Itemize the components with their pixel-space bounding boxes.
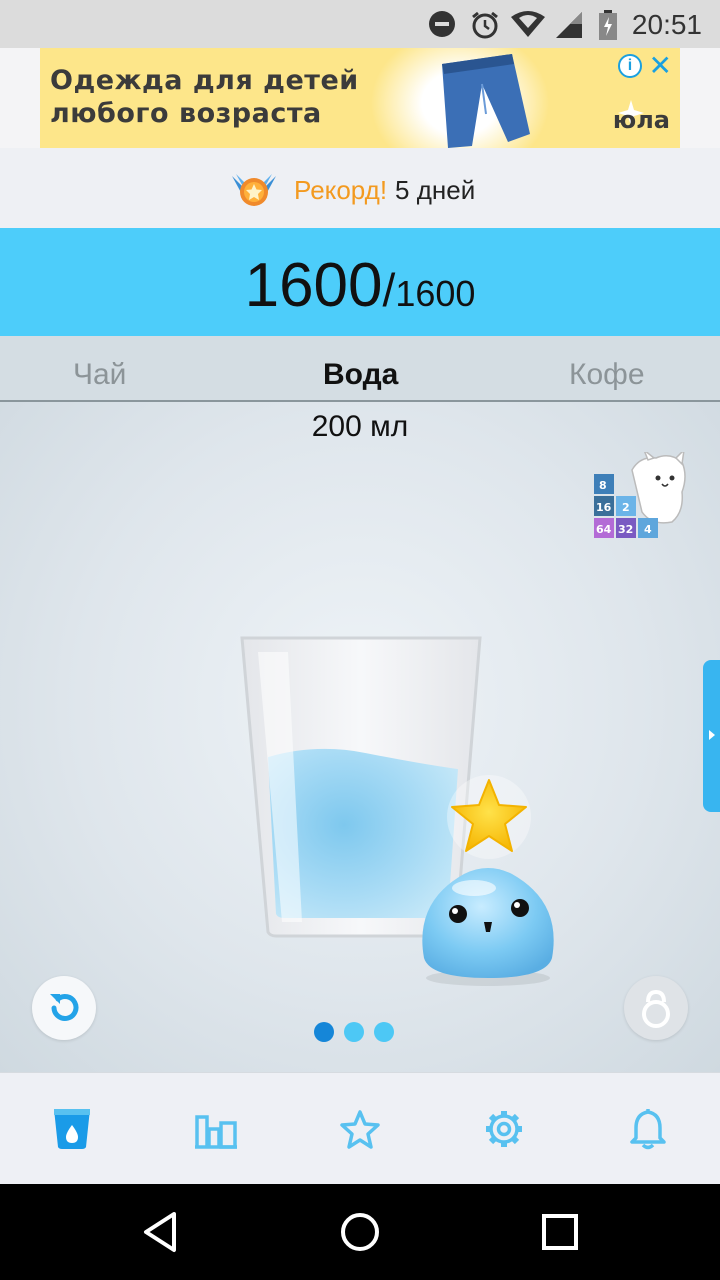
do-not-disturb-icon <box>429 11 455 37</box>
main-area: 200 мл 8 16 2 64 32 4 <box>0 402 720 1072</box>
tab-coffee[interactable]: Кофе <box>569 358 645 392</box>
game-2048-promo-icon[interactable]: 8 16 2 64 32 4 <box>592 452 688 544</box>
nav-reminders[interactable] <box>618 1101 678 1157</box>
intake-current: 1600 <box>244 251 383 320</box>
tab-water[interactable]: Вода <box>323 358 398 392</box>
settings-gear-icon <box>486 1111 522 1147</box>
ad-area: Одежда для детей любого возраста юла i ✕ <box>0 48 720 148</box>
alarm-icon <box>472 11 498 39</box>
wifi-icon <box>511 11 545 37</box>
ad-brand: юла <box>612 106 670 134</box>
back-icon[interactable] <box>138 1210 182 1254</box>
recents-icon[interactable] <box>538 1210 582 1254</box>
pager-dot[interactable] <box>344 1022 364 1042</box>
intake-counter: 1600/1600 <box>0 228 720 336</box>
star-icon <box>340 1110 380 1149</box>
statistics-icon <box>195 1115 237 1149</box>
nav-water[interactable] <box>42 1101 102 1157</box>
side-drawer-handle[interactable] <box>703 660 720 812</box>
pager-dot[interactable] <box>374 1022 394 1042</box>
water-cup-icon <box>54 1109 90 1149</box>
record-days: 5 дней <box>395 174 476 205</box>
jeans-image <box>442 54 530 148</box>
game-tile: 2 <box>622 501 630 514</box>
intake-goal: 1600 <box>395 273 476 314</box>
game-tile: 32 <box>618 523 633 536</box>
weight-button[interactable] <box>624 976 688 1040</box>
bottom-nav <box>0 1072 720 1184</box>
record-row: Рекорд! 5 дней <box>0 148 720 228</box>
signal-icon <box>556 12 582 38</box>
system-nav-bar <box>0 1184 720 1280</box>
nav-settings[interactable] <box>474 1101 534 1157</box>
side-arrow-icon <box>709 730 715 740</box>
battery-icon <box>599 10 617 40</box>
home-icon[interactable] <box>338 1210 382 1254</box>
game-tile: 8 <box>599 479 607 492</box>
game-tile: 16 <box>596 501 612 514</box>
status-bar: 20:51 <box>0 0 720 48</box>
nav-achievements[interactable] <box>330 1101 390 1157</box>
star-icon <box>447 775 531 859</box>
record-label: Рекорд! <box>294 174 388 205</box>
game-tile: 4 <box>644 523 652 536</box>
drink-amount: 200 мл <box>311 410 409 443</box>
ad-text: Одежда для детей любого возраста <box>50 65 359 129</box>
kettlebell-icon <box>642 989 670 1028</box>
intake-separator: / <box>382 264 396 316</box>
tab-tea[interactable]: Чай <box>73 358 126 392</box>
ad-info-icon[interactable]: i <box>618 54 642 78</box>
undo-icon <box>50 994 79 1021</box>
game-tile: 64 <box>596 523 612 536</box>
ad-close-icon[interactable]: ✕ <box>649 52 672 80</box>
water-drop-mascot <box>422 868 554 986</box>
clock-time: 20:51 <box>631 9 702 40</box>
nav-statistics[interactable] <box>186 1101 246 1157</box>
pager-dots <box>314 1022 394 1042</box>
medal-icon <box>232 174 276 206</box>
drink-tabs: Чай Вода Кофе <box>0 336 720 402</box>
undo-button[interactable] <box>32 976 96 1040</box>
ad-banner[interactable]: Одежда для детей любого возраста юла i ✕ <box>40 48 680 148</box>
pager-dot[interactable] <box>314 1022 334 1042</box>
bell-icon <box>630 1109 666 1150</box>
